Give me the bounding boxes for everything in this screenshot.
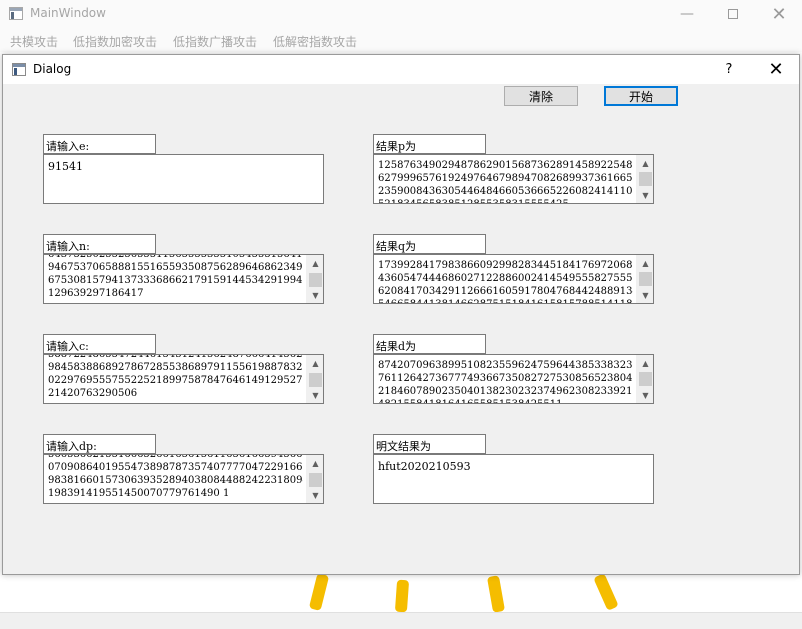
- scroll-up-icon[interactable]: ▲: [637, 355, 653, 371]
- p-result-output[interactable]: 1258763490294878629015687362891458922548…: [373, 154, 654, 204]
- scroll-up-icon[interactable]: ▲: [307, 355, 323, 371]
- dp-input-text: 5665366215516665266165615611656166594566…: [48, 454, 303, 499]
- scroll-thumb[interactable]: [309, 373, 322, 387]
- q-result-text: 1739928417983866092998283445184176972068…: [378, 260, 633, 303]
- q-result-scrollbar[interactable]: ▲ ▼: [636, 255, 653, 303]
- dp-input[interactable]: 5665366215516665266165615611656166594566…: [43, 454, 324, 504]
- main-close-icon[interactable]: ✕: [756, 0, 802, 28]
- q-result-output[interactable]: 1739928417983866092998283445184176972068…: [373, 254, 654, 304]
- dialog-app-icon: [12, 63, 26, 76]
- window-app-icon: [9, 7, 23, 20]
- dialog-titlebar[interactable]: Dialog ? ✕: [3, 55, 799, 84]
- c-input-text: 5887224865547244615431241562487666414562…: [48, 354, 303, 399]
- dialog-window: Dialog ? ✕ 清除 开始 请输入e: 91541 请输入n: 64375…: [2, 54, 800, 575]
- scroll-thumb[interactable]: [639, 372, 652, 386]
- scroll-down-icon[interactable]: ▼: [307, 387, 323, 403]
- menu-low-decryption-exponent-attack[interactable]: 低解密指数攻击: [273, 33, 357, 50]
- clear-button[interactable]: 清除: [504, 86, 578, 106]
- plaintext-result-output[interactable]: hfut2020210593: [373, 454, 654, 504]
- scroll-thumb[interactable]: [309, 473, 322, 487]
- plaintext-result-label: 明文结果为: [373, 434, 486, 454]
- e-label: 请输入e:: [43, 134, 156, 154]
- minimize-icon[interactable]: —: [664, 0, 710, 28]
- start-button[interactable]: 开始: [604, 86, 678, 106]
- q-result-label: 结果q为: [373, 234, 486, 254]
- decorative-stroke: [486, 575, 506, 612]
- scroll-thumb[interactable]: [639, 272, 652, 286]
- help-icon[interactable]: ?: [706, 55, 752, 84]
- scroll-down-icon[interactable]: ▼: [637, 187, 653, 203]
- dialog-close-icon[interactable]: ✕: [753, 55, 799, 84]
- c-label: 请输入c:: [43, 334, 156, 354]
- scroll-up-icon[interactable]: ▲: [307, 255, 323, 271]
- c-input[interactable]: 5887224865547244615431241562487666414562…: [43, 354, 324, 404]
- scroll-thumb[interactable]: [639, 172, 652, 186]
- d-result-output[interactable]: 8742070963899510823559624759644385338323…: [373, 354, 654, 404]
- scroll-down-icon[interactable]: ▼: [637, 287, 653, 303]
- menu-bar: 共模攻击 低指数加密攻击 低指数广播攻击 低解密指数攻击: [0, 28, 802, 52]
- main-titlebar: MainWindow — ✕: [0, 0, 802, 28]
- e-input-text: 91541: [48, 160, 83, 173]
- main-window-title: MainWindow: [30, 6, 106, 20]
- p-result-text: 1258763490294878629015687362891458922548…: [378, 160, 633, 203]
- menu-low-exponent-broadcast-attack[interactable]: 低指数广播攻击: [173, 33, 257, 50]
- scroll-down-icon[interactable]: ▼: [637, 387, 653, 403]
- c-input-scrollbar[interactable]: ▲ ▼: [306, 355, 323, 403]
- d-result-text: 8742070963899510823559624759644385338323…: [378, 360, 633, 403]
- dp-input-scrollbar[interactable]: ▲ ▼: [306, 455, 323, 503]
- maximize-icon[interactable]: [710, 0, 756, 28]
- p-result-scrollbar[interactable]: ▲ ▼: [636, 155, 653, 203]
- scroll-down-icon[interactable]: ▼: [307, 487, 323, 503]
- plaintext-result-text: hfut2020210593: [378, 460, 471, 473]
- scroll-down-icon[interactable]: ▼: [307, 287, 323, 303]
- n-input-scrollbar[interactable]: ▲ ▼: [306, 255, 323, 303]
- menu-low-exponent-encryption-attack[interactable]: 低指数加密攻击: [73, 33, 157, 50]
- n-input[interactable]: 6437525025525655511565555355105455515641…: [43, 254, 324, 304]
- scroll-up-icon[interactable]: ▲: [307, 455, 323, 471]
- scroll-up-icon[interactable]: ▲: [637, 255, 653, 271]
- d-result-scrollbar[interactable]: ▲ ▼: [636, 355, 653, 403]
- p-result-label: 结果p为: [373, 134, 486, 154]
- dialog-title: Dialog: [33, 62, 72, 76]
- d-result-label: 结果d为: [373, 334, 486, 354]
- main-window-bottom-edge: [0, 612, 802, 629]
- decorative-stroke: [308, 573, 330, 611]
- decorative-stroke: [394, 579, 410, 612]
- decorative-stroke: [593, 573, 619, 611]
- n-label: 请输入n:: [43, 234, 156, 254]
- dp-label: 请输入dp:: [43, 434, 156, 454]
- scroll-thumb[interactable]: [309, 273, 322, 287]
- e-input[interactable]: 91541: [43, 154, 324, 204]
- n-input-text: 6437525025525655511565555355105455515641…: [48, 254, 303, 299]
- menu-common-modulus-attack[interactable]: 共模攻击: [10, 33, 58, 50]
- scroll-up-icon[interactable]: ▲: [637, 155, 653, 171]
